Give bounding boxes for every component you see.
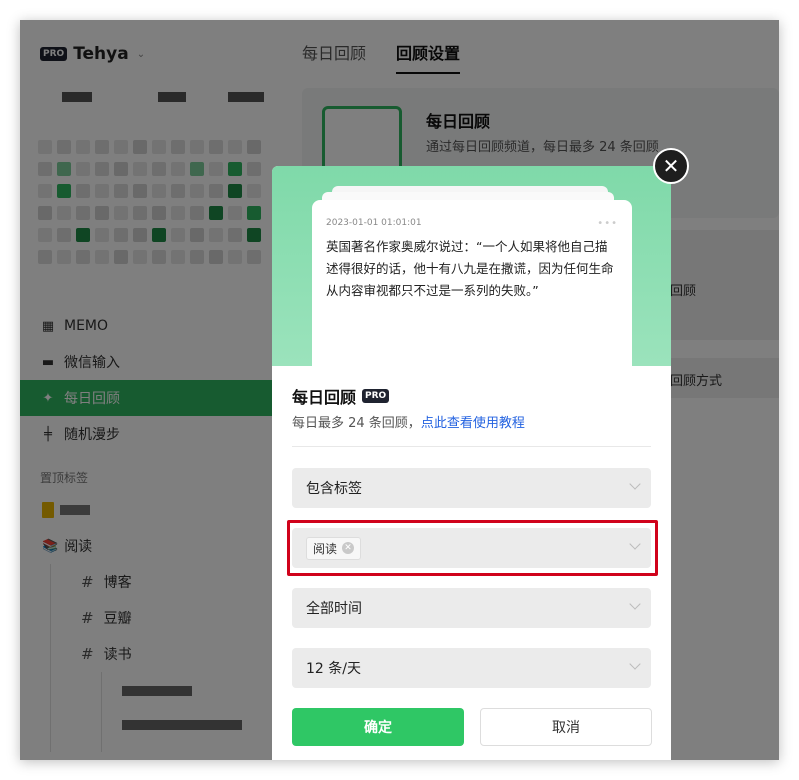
confirm-button[interactable]: 确定 bbox=[292, 708, 464, 746]
subtitle-text: 每日最多 24 条回顾， bbox=[292, 416, 421, 431]
tutorial-link[interactable]: 点此查看使用教程 bbox=[421, 416, 525, 431]
app-window: PRO Tehya ⌄ ▦ MEMO ▬ 微信输入 ✦ 每日回顾 ╪ 随机漫步 … bbox=[20, 20, 779, 760]
close-icon[interactable]: ✕ bbox=[653, 148, 689, 184]
time-range-select[interactable]: 全部时间 bbox=[292, 588, 651, 628]
preview-note-card: 2023-01-01 01:01:01 ••• 英国著名作家奥威尔说过：“一个人… bbox=[312, 200, 632, 380]
mode-select[interactable]: 包含标签 bbox=[292, 468, 651, 508]
chevron-down-icon bbox=[629, 478, 641, 490]
modal-hero: 2023-01-01 01:01:01 ••• 英国著名作家奥威尔说过：“一个人… bbox=[272, 166, 671, 380]
select-value: 全部时间 bbox=[306, 601, 362, 617]
divider bbox=[292, 446, 651, 447]
count-select[interactable]: 12 条/天 bbox=[292, 648, 651, 688]
note-timestamp: 2023-01-01 01:01:01 bbox=[326, 218, 422, 228]
daily-review-modal: 2023-01-01 01:01:01 ••• 英国著名作家奥威尔说过：“一个人… bbox=[272, 166, 671, 760]
modal-title: 每日回顾 PRO bbox=[292, 384, 390, 408]
select-value: 12 条/天 bbox=[306, 661, 361, 677]
select-value: 包含标签 bbox=[306, 481, 362, 497]
pro-badge: PRO bbox=[362, 389, 390, 403]
more-icon: ••• bbox=[597, 218, 618, 229]
cancel-button[interactable]: 取消 bbox=[480, 708, 652, 746]
modal-title-text: 每日回顾 bbox=[292, 388, 357, 407]
note-text: 英国著名作家奥威尔说过：“一个人如果将他自己描述得很好的话，他十有八九是在撒谎，… bbox=[326, 239, 614, 298]
chevron-down-icon bbox=[629, 598, 641, 610]
annotation-highlight-box bbox=[287, 520, 658, 576]
chevron-down-icon bbox=[629, 658, 641, 670]
modal-subtitle: 每日最多 24 条回顾，点此查看使用教程 bbox=[292, 412, 525, 431]
